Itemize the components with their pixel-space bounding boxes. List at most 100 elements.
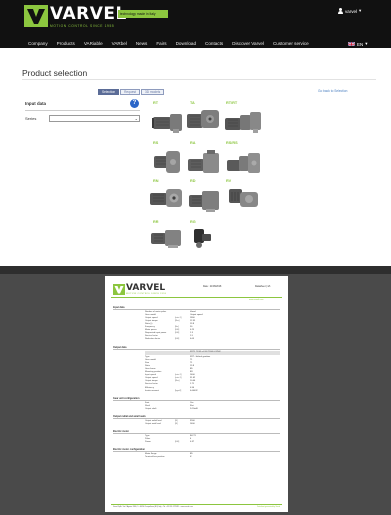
doc-row-key: Size (145, 362, 150, 365)
doc-row-key: Terminal box position (145, 456, 165, 459)
doc-row-key: Poles (145, 437, 151, 440)
doc-row-value: 1400 (190, 422, 195, 425)
nav-discover-varvel[interactable]: Discover Varvel (232, 40, 264, 48)
doc-row-unit: [Nm] (175, 380, 180, 383)
series-label: Series (25, 116, 37, 121)
doc-section-divider (113, 309, 280, 310)
doc-row-value: 1.3 (190, 332, 193, 335)
nav-customer-service[interactable]: Customer service (273, 40, 309, 48)
product-label-ra: RA (190, 141, 196, 145)
title-divider (22, 79, 376, 80)
tab-selection[interactable]: Selection (98, 89, 120, 95)
doc-section-divider (113, 417, 280, 419)
doc-row-value: 0.37 (190, 440, 195, 443)
doc-footer-divider (111, 504, 282, 505)
product-label-rs: RS (153, 141, 159, 145)
doc-section-divider (113, 433, 280, 434)
nav-varbel[interactable]: VARbel (112, 40, 127, 48)
product-rg-image[interactable] (188, 225, 218, 251)
varvel-logo[interactable]: VARVEL MOTION CONTROL SINCE 1955 (24, 4, 126, 34)
doc-row-key: Efficiency (145, 386, 154, 389)
language-selector[interactable]: EN ▾ (348, 41, 368, 47)
doc-row-key: Output torque (145, 320, 158, 323)
doc-row-key: Inertia moment (145, 389, 159, 392)
help-icon[interactable]: ? (130, 99, 139, 108)
doc-row-value: 0.25 (190, 329, 195, 332)
product-label-rg: RG (190, 220, 196, 224)
doc-footer-right: Datasheet generated by Varvel (257, 506, 281, 508)
doc-row-value: 50 (190, 326, 193, 329)
doc-row-unit: [N] (175, 422, 178, 425)
doc-row-value: 1.5 (190, 335, 193, 338)
nav-download[interactable]: Download (176, 40, 196, 48)
doc-row-key: Foot (145, 401, 150, 404)
doc-row-value: 1800 (190, 317, 195, 320)
doc-row-value: B5 (190, 453, 193, 455)
nav-products[interactable]: Products (57, 40, 75, 48)
doc-row-value: FRT - Helical gearbox (190, 356, 211, 358)
varvel-logo-mark-icon (24, 5, 48, 27)
doc-row-unit: [kgm2] (175, 389, 182, 392)
product-rd-image[interactable] (186, 185, 224, 215)
doc-row-key: Power (145, 440, 151, 443)
doc-row-value: D.20x40 (190, 407, 198, 410)
doc-row-unit: [min-1] (175, 317, 182, 320)
doc-row-value: 10.06 (190, 380, 196, 383)
product-label-rn: RN (153, 179, 159, 183)
doc-row-key: Number of motor poles (145, 311, 167, 313)
doc-row-value: B3 (190, 371, 193, 374)
doc-row-value: 4 (190, 437, 192, 440)
doc-row-key: Reduction factor (145, 338, 161, 341)
doc-row-key: Output radial load (145, 419, 162, 422)
product-rs-image[interactable] (150, 146, 186, 178)
product-rt-rt-image[interactable] (223, 105, 265, 136)
back-to-selection-link[interactable]: Go back to Selection (318, 89, 347, 93)
product-rr-image[interactable] (149, 225, 187, 251)
doc-row-key: Motor power (145, 329, 157, 332)
product-rn-image[interactable] (148, 184, 188, 214)
user-menu[interactable]: varvel ▾ (338, 8, 361, 14)
doc-row-value: 71 (190, 362, 193, 365)
nav-fairs[interactable]: Fairs (156, 40, 166, 48)
doc-row-key: Output shaft (145, 407, 157, 410)
product-ta-image[interactable] (185, 104, 225, 136)
doc-row-key: Input speed (145, 374, 156, 377)
product-label-rr: RR (153, 220, 159, 224)
chevron-down-icon: ▾ (365, 41, 368, 46)
doc-row-key: Gear frame (145, 368, 156, 371)
brand-name: VARVEL (50, 4, 127, 24)
doc-row-value: 71 (190, 359, 193, 362)
username: varvel (345, 8, 358, 14)
product-rv-image[interactable] (224, 183, 264, 214)
series-select[interactable]: ⌄ (49, 115, 140, 122)
nav-contacts[interactable]: Contacts (205, 40, 223, 48)
doc-row-value: 0° (190, 456, 192, 459)
doc-row-unit: [Hz] (175, 326, 179, 329)
nav-variable[interactable]: VARiable (84, 40, 103, 48)
tab-request[interactable]: Request (120, 89, 140, 95)
product-rt-image[interactable] (150, 106, 188, 136)
nav-news[interactable]: News (136, 40, 148, 48)
doc-row-value: Varvel (190, 311, 196, 313)
doc-row-value: 12.95 (190, 320, 196, 323)
doc-row-value: 13.8 (190, 365, 195, 368)
doc-row-unit: [kW] (175, 332, 180, 335)
page: VARVEL MOTION CONTROL SINCE 1955 technol… (0, 0, 391, 515)
doc-row-key: Output speed (145, 317, 158, 320)
doc-output-code: FRT1 71 B5 i=13.8 71B4 0.37kW (190, 351, 221, 354)
nav-company[interactable]: Company (28, 40, 48, 48)
doc-section-divider (113, 399, 280, 401)
doc-row-key: Gear model (145, 359, 156, 362)
doc-row-unit: [N] (175, 419, 178, 422)
doc-row-key: Frequency (145, 326, 155, 329)
doc-row-key: Ratio (i) (145, 323, 153, 326)
tab-3d-models[interactable]: 3D models (141, 89, 165, 95)
tagline: technology made in Italy (118, 10, 168, 18)
product-ra-image[interactable] (186, 147, 224, 179)
product-label-rs-rs: RS/RS (226, 141, 238, 145)
uk-flag-icon (348, 41, 355, 47)
doc-body: Input data Number of motor poles Varvel Gea… (105, 276, 288, 504)
doc-row-unit: [min-1] (175, 374, 182, 377)
product-rs-rs-image[interactable] (225, 147, 263, 179)
doc-row-key: Output axial load (145, 422, 161, 425)
